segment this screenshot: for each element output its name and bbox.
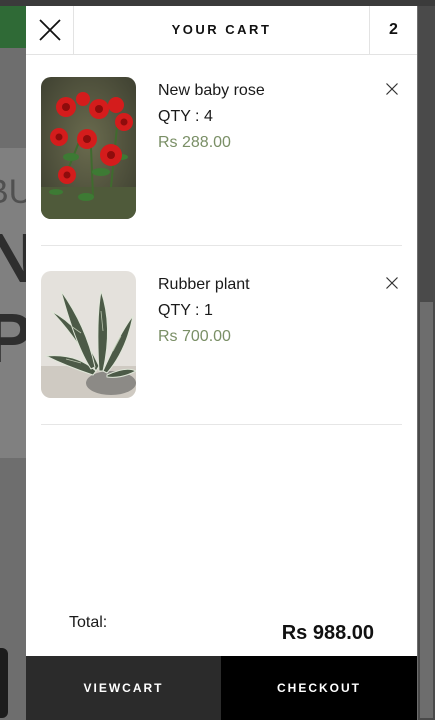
total-value: Rs 988.00 — [281, 622, 374, 644]
remove-item-button[interactable] — [382, 273, 402, 293]
checkout-button[interactable]: CHECKOUT — [221, 656, 417, 720]
item-name[interactable]: New baby rose — [158, 82, 265, 100]
cart-item-count: 2 — [369, 6, 417, 54]
total-label: Total: — [69, 614, 108, 631]
cart-drawer: YOUR CART 2 New baby rose QTY: 4 Rs 288… — [26, 6, 417, 720]
close-cart-button[interactable] — [26, 6, 74, 54]
item-quantity: QTY : 4 — [158, 108, 213, 125]
remove-item-button[interactable] — [382, 79, 402, 99]
page-scrollbar[interactable] — [418, 6, 435, 720]
item-name[interactable]: Rubber plant — [158, 276, 250, 294]
cart-item: New baby rose QTY : 4 Rs 288.00 — [41, 77, 402, 246]
cart-title: YOUR CART — [171, 22, 272, 37]
page-scrollbar-thumb[interactable] — [420, 302, 433, 718]
item-price: Rs 700.00 — [158, 328, 231, 345]
background-card — [0, 648, 8, 718]
viewcart-button[interactable]: VIEWCART — [26, 656, 221, 720]
item-quantity: QTY : 1 — [158, 302, 213, 319]
remove-icon — [386, 277, 398, 289]
cart-header: YOUR CART 2 — [26, 6, 417, 55]
product-image-rubber-plant[interactable] — [41, 271, 136, 398]
product-image-red-roses[interactable] — [41, 77, 136, 219]
cart-item: Rubber plant QTY : 1 Rs 700.00 — [41, 271, 402, 425]
background-header-accent — [0, 6, 26, 48]
close-icon — [38, 19, 61, 41]
item-price: Rs 288.00 — [158, 134, 231, 151]
remove-icon — [386, 83, 398, 95]
